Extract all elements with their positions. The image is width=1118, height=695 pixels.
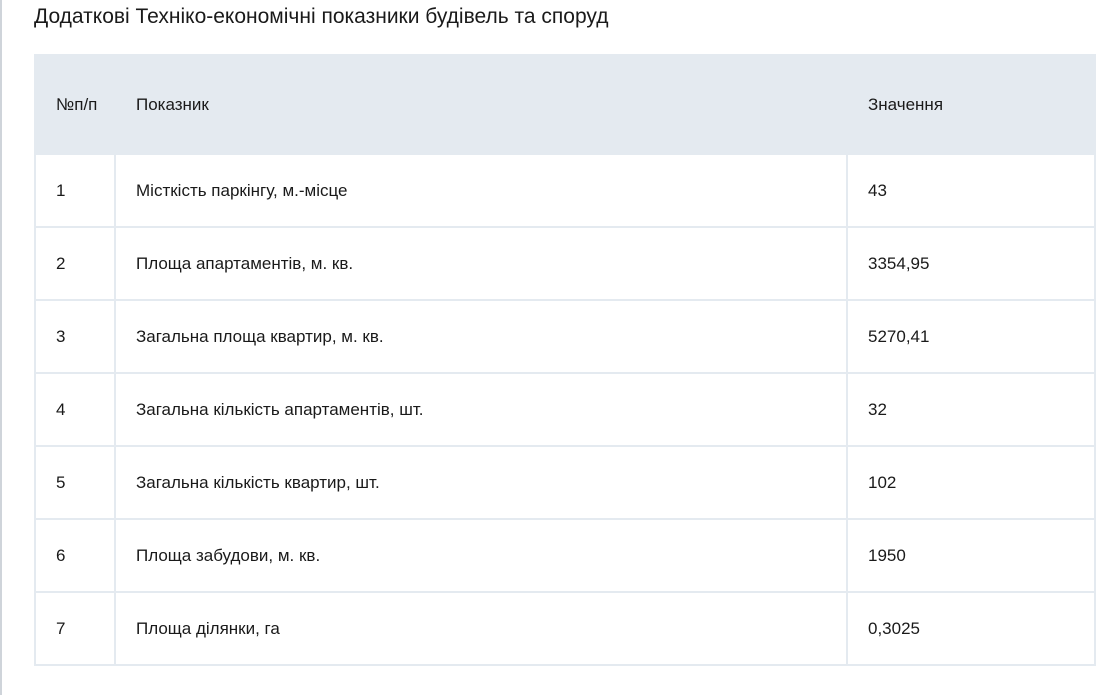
- indicators-table: №п/п Показник Значення 1 Місткість паркі…: [34, 54, 1096, 666]
- row-value: 32: [846, 372, 1096, 447]
- column-header-indicator: Показник: [114, 54, 848, 155]
- row-value: 1950: [846, 518, 1096, 593]
- table-row: 1 Місткість паркінгу, м.-місце 43: [34, 153, 1096, 228]
- row-indicator: Загальна кількість апартаментів, шт.: [114, 372, 848, 447]
- row-value: 43: [846, 153, 1096, 228]
- row-indicator: Загальна кількість квартир, шт.: [114, 445, 848, 520]
- table-row: 5 Загальна кількість квартир, шт. 102: [34, 445, 1096, 520]
- row-value: 3354,95: [846, 226, 1096, 301]
- row-number: 3: [34, 299, 116, 374]
- row-indicator: Площа забудови, м. кв.: [114, 518, 848, 593]
- row-indicator: Площа апартаментів, м. кв.: [114, 226, 848, 301]
- header-row: №п/п Показник Значення: [34, 54, 1096, 155]
- table-header: №п/п Показник Значення: [34, 54, 1096, 155]
- table-row: 6 Площа забудови, м. кв. 1950: [34, 518, 1096, 593]
- row-value: 5270,41: [846, 299, 1096, 374]
- row-value: 102: [846, 445, 1096, 520]
- row-indicator: Загальна площа квартир, м. кв.: [114, 299, 848, 374]
- row-number: 2: [34, 226, 116, 301]
- row-number: 1: [34, 153, 116, 228]
- row-number: 7: [34, 591, 116, 666]
- window-edge: [0, 0, 2, 695]
- table-row: 4 Загальна кількість апартаментів, шт. 3…: [34, 372, 1096, 447]
- row-indicator: Місткість паркінгу, м.-місце: [114, 153, 848, 228]
- table-body: 1 Місткість паркінгу, м.-місце 43 2 Площ…: [34, 153, 1096, 666]
- row-number: 6: [34, 518, 116, 593]
- page-title: Додаткові Техніко-економічні показники б…: [34, 5, 609, 28]
- row-number: 4: [34, 372, 116, 447]
- table-row: 7 Площа ділянки, га 0,3025: [34, 591, 1096, 666]
- table-row: 2 Площа апартаментів, м. кв. 3354,95: [34, 226, 1096, 301]
- row-number: 5: [34, 445, 116, 520]
- column-header-number: №п/п: [34, 54, 116, 155]
- row-indicator: Площа ділянки, га: [114, 591, 848, 666]
- column-header-value: Значення: [846, 54, 1096, 155]
- table-row: 3 Загальна площа квартир, м. кв. 5270,41: [34, 299, 1096, 374]
- row-value: 0,3025: [846, 591, 1096, 666]
